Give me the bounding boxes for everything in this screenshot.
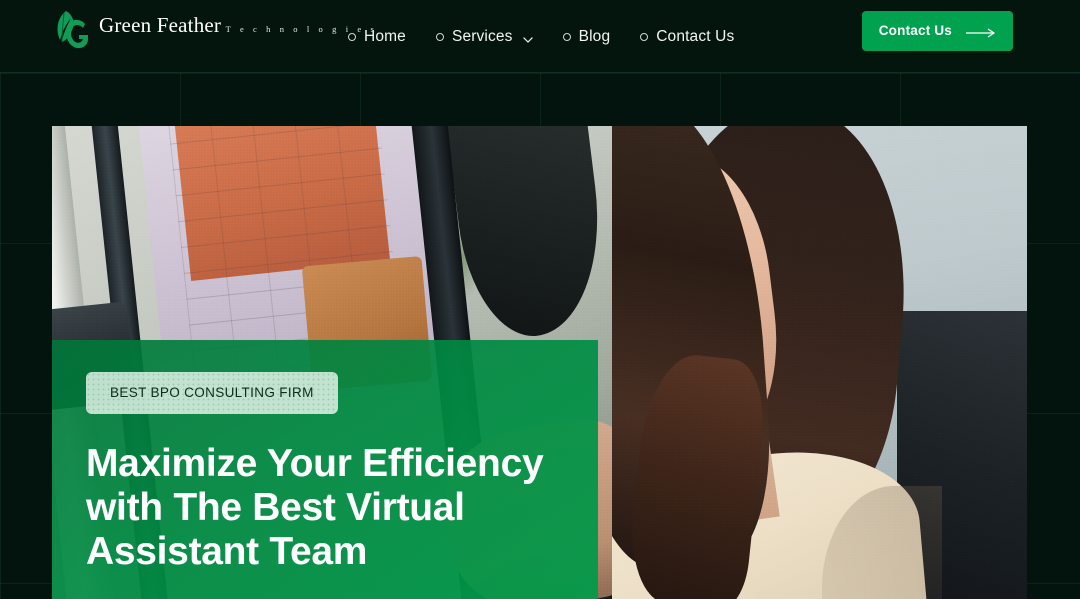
landing-page: Green Feather T e c h n o l o g i e s Ho… [0, 0, 1080, 599]
hero-section: BEST BPO CONSULTING FIRM Maximize Your E… [52, 126, 1027, 599]
nav-item-contact-us[interactable]: Contact Us [640, 29, 734, 45]
nav-label: Blog [578, 27, 611, 45]
arrow-right-icon [966, 26, 996, 38]
circle-outline-icon [435, 32, 444, 41]
feather-g-logo-icon [52, 7, 94, 57]
main-navigation: Home Services Blog Contact Us [348, 0, 734, 73]
chevron-down-icon [522, 32, 533, 43]
hero-content: BEST BPO CONSULTING FIRM Maximize Your E… [86, 372, 586, 575]
circle-outline-icon [640, 32, 649, 41]
hero-badge: BEST BPO CONSULTING FIRM [86, 372, 338, 414]
hero-headline-line: Maximize Your Efficiency [86, 441, 544, 485]
hero-headline-line: Assistant Team [86, 530, 368, 574]
circle-outline-icon [348, 32, 356, 41]
hero-headline: Maximize Your Efficiency with The Best V… [86, 442, 586, 575]
nav-item-home[interactable]: Home [348, 29, 406, 45]
nav-label: Contact Us [656, 27, 735, 45]
circle-outline-icon [562, 32, 571, 41]
nav-label: Home [364, 27, 406, 45]
nav-label: Services [451, 27, 513, 45]
contact-us-button-label: Contact Us [878, 23, 952, 39]
brand-name: Green Feather [99, 13, 222, 37]
nav-item-services[interactable]: Services [435, 27, 533, 45]
contact-us-button[interactable]: Contact Us [861, 11, 1013, 51]
brand-logo[interactable]: Green Feather T e c h n o l o g i e s [52, 7, 377, 57]
nav-item-blog[interactable]: Blog [562, 27, 611, 45]
site-header: Green Feather T e c h n o l o g i e s Ho… [0, 0, 1080, 73]
hero-headline-line: with The Best Virtual [86, 485, 465, 529]
